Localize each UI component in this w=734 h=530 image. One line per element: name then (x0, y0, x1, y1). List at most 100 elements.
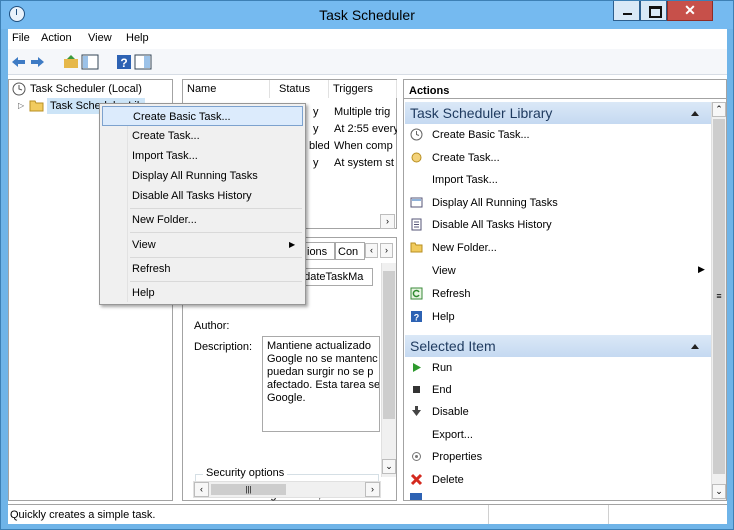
menu-file[interactable]: File (12, 32, 30, 44)
minimize-button[interactable] (613, 1, 640, 21)
table-row-status: y (313, 106, 319, 118)
scroll-up-button[interactable]: ⌃ (712, 102, 726, 117)
description-line: afectado. Esta tarea se (267, 379, 380, 391)
action-properties[interactable]: Properties (405, 447, 711, 467)
close-button[interactable]: ✕ (667, 1, 713, 21)
action-export[interactable]: Export... (405, 425, 711, 445)
action-label: Import Task... (432, 174, 498, 186)
action-new-folder[interactable]: New Folder... (405, 238, 711, 258)
actions-title: Actions (409, 85, 450, 97)
scroll-thumb[interactable]: ||| (211, 484, 286, 495)
action-view[interactable]: View ▶ (405, 261, 711, 281)
column-header-name[interactable]: Name (183, 80, 270, 98)
scroll-down-button[interactable]: ⌄ (712, 484, 726, 499)
menu-item-new-folder[interactable]: New Folder... (102, 210, 303, 230)
scroll-right-button[interactable]: › (380, 214, 395, 229)
action-label: Disable (432, 406, 469, 418)
run-icon (413, 363, 421, 372)
menu-item-view[interactable]: View ▶ (102, 235, 303, 255)
group-task-scheduler-library[interactable]: Task Scheduler Library (405, 102, 711, 124)
menu-help[interactable]: Help (126, 32, 149, 44)
menu-item-create-basic-task[interactable]: Create Basic Task... (102, 106, 303, 126)
help-icon (410, 493, 422, 500)
group-selected-item[interactable]: Selected Item (405, 335, 711, 357)
tab-scroll-left[interactable]: ‹ (365, 243, 378, 258)
menu-item-label: Display All Running Tasks (132, 170, 258, 182)
menu-item-label: Create Task... (132, 130, 200, 142)
action-label: Run (432, 362, 453, 374)
show-hide-tree-icon[interactable] (81, 53, 99, 71)
description-label: Description: (194, 341, 253, 353)
action-import-task[interactable]: Import Task... (405, 170, 711, 190)
action-run[interactable]: Run (405, 358, 711, 378)
title-bar[interactable]: Task Scheduler ✕ (1, 1, 733, 29)
menu-item-refresh[interactable]: Refresh (102, 259, 303, 279)
up-folder-icon[interactable] (62, 53, 80, 71)
action-disable-tasks-history[interactable]: Disable All Tasks History (405, 215, 711, 235)
scroll-thumb[interactable]: ≡ (713, 119, 725, 474)
actions-vertical-scrollbar[interactable]: ⌃ ≡ ⌄ (711, 102, 726, 500)
action-label: Disable All Tasks History (432, 219, 552, 231)
expand-icon[interactable]: ▷ (18, 101, 24, 110)
column-header-status[interactable]: Status (275, 80, 329, 98)
tab-conditions[interactable]: Con (335, 242, 365, 260)
menu-action[interactable]: Action (41, 32, 72, 44)
scroll-left-button[interactable]: ‹ (194, 482, 209, 497)
details-horizontal-scrollbar[interactable]: ‹ ||| › (193, 481, 381, 498)
menu-item-label: Create Basic Task... (133, 111, 231, 123)
toolbar: ? (8, 49, 727, 75)
tab-scroll-right[interactable]: › (380, 243, 393, 258)
scroll-right-button[interactable]: › (365, 482, 380, 497)
menu-item-disable-tasks-history[interactable]: Disable All Tasks History (102, 186, 303, 206)
details-vertical-scrollbar[interactable]: ⌄ (381, 263, 396, 477)
menu-item-import-task[interactable]: Import Task... (102, 146, 303, 166)
delete-icon (410, 473, 423, 486)
action-delete[interactable]: Delete (405, 470, 711, 490)
menu-item-label: New Folder... (132, 214, 197, 226)
table-row-status: y (313, 123, 319, 135)
action-help[interactable]: ? Help (405, 307, 711, 327)
action-label: Delete (432, 474, 464, 486)
table-row-trigger: At system st (334, 157, 394, 169)
scroll-down-button[interactable]: ⌄ (382, 459, 396, 474)
menu-item-help[interactable]: Help (102, 283, 303, 303)
show-action-pane-icon[interactable] (134, 53, 152, 71)
action-create-basic-task[interactable]: Create Basic Task... (405, 125, 711, 145)
tab-label: ions (307, 246, 328, 258)
collapse-icon[interactable] (691, 344, 699, 349)
action-label: Create Basic Task... (432, 129, 530, 141)
collapse-icon[interactable] (691, 111, 699, 116)
action-refresh[interactable]: Refresh (405, 284, 711, 304)
action-disable[interactable]: Disable (405, 402, 711, 422)
menu-item-label: Import Task... (132, 150, 198, 162)
task-scheduler-window: Task Scheduler ✕ File Action View Help ?… (0, 0, 734, 530)
menu-item-display-running-tasks[interactable]: Display All Running Tasks (102, 166, 303, 186)
task-name-field[interactable]: pdateTaskMa (295, 268, 373, 286)
tree-root-label[interactable]: Task Scheduler (Local) (30, 83, 142, 95)
actions-pane: Actions Task Scheduler Library Create Ba… (403, 79, 727, 501)
table-row-status: y (313, 157, 319, 169)
action-label: Create Task... (432, 152, 500, 164)
action-display-running-tasks[interactable]: Display All Running Tasks (405, 193, 711, 213)
description-line: Google. (267, 392, 306, 404)
menu-item-create-task[interactable]: Create Task... (102, 126, 303, 146)
submenu-arrow-icon: ▶ (698, 264, 705, 274)
forward-icon[interactable] (28, 53, 46, 71)
create-basic-task-icon (410, 128, 423, 141)
menu-view[interactable]: View (88, 32, 112, 44)
properties-icon (412, 452, 421, 461)
action-label: Properties (432, 451, 483, 463)
tab-actions[interactable]: ions (303, 242, 335, 260)
action-create-task[interactable]: Create Task... (405, 148, 711, 168)
help-icon[interactable]: ? (115, 53, 133, 71)
back-icon[interactable] (10, 53, 28, 71)
history-icon (411, 218, 422, 231)
scroll-thumb[interactable] (383, 271, 395, 419)
column-header-triggers[interactable]: Triggers (329, 80, 397, 98)
context-menu: Create Basic Task... Create Task... Impo… (99, 103, 306, 305)
status-bar: Quickly creates a simple task. (8, 504, 727, 524)
maximize-button[interactable] (640, 1, 667, 21)
menu-item-label: Refresh (132, 263, 171, 275)
action-end[interactable]: End (405, 380, 711, 400)
description-field[interactable]: Mantiene actualizado Google no se manten… (262, 336, 380, 432)
